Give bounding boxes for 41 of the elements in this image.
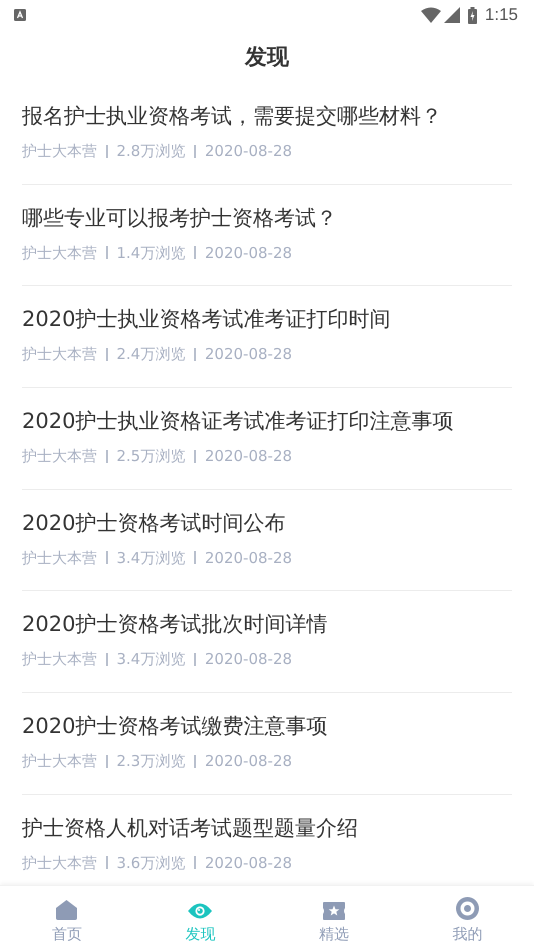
article-source: 护士大本营	[22, 242, 97, 264]
article-source: 护士大本营	[22, 751, 97, 772]
view-count: 3.4万浏览	[116, 548, 186, 569]
article-title[interactable]: 护士资格人机对话考试题型题量介绍	[22, 814, 512, 842]
view-count: 3.4万浏览	[116, 649, 186, 670]
article-title[interactable]: 2020护士执业资格考试准考证打印时间	[22, 305, 512, 334]
publish-date: 2020-08-28	[204, 141, 292, 162]
clock-time: 1:15	[484, 5, 518, 25]
publish-date: 2020-08-28	[204, 751, 292, 772]
publish-date: 2020-08-28	[204, 446, 292, 468]
publish-date: 2020-08-28	[204, 344, 292, 366]
article-source: 护士大本营	[22, 649, 97, 670]
publish-date: 2020-08-28	[204, 548, 292, 569]
signal-icon	[444, 7, 460, 23]
article-title[interactable]: 哪些专业可以报考护士资格考试？	[22, 204, 512, 232]
view-count: 2.5万浏览	[116, 446, 186, 468]
view-count: 1.4万浏览	[116, 242, 186, 264]
view-count: 3.6万浏览	[116, 852, 186, 874]
publish-date: 2020-08-28	[204, 852, 292, 874]
view-count: 2.3万浏览	[116, 751, 186, 772]
article-title[interactable]: 2020护士资格考试批次时间详情	[22, 610, 512, 638]
article-source: 护士大本营	[22, 141, 97, 162]
view-count: 2.8万浏览	[116, 141, 186, 162]
home-icon	[56, 899, 78, 920]
article-source: 护士大本营	[22, 344, 97, 366]
keyboard-icon	[14, 9, 26, 21]
publish-date: 2020-08-28	[204, 649, 292, 670]
article-title[interactable]: 报名护士执业资格考试，需要提交哪些材料？	[22, 102, 512, 130]
article-source: 护士大本营	[22, 548, 97, 569]
article-title[interactable]: 2020护士资格考试时间公布	[22, 508, 512, 537]
battery-icon	[468, 6, 477, 24]
article-source: 护士大本营	[22, 446, 97, 468]
target-icon	[456, 897, 479, 920]
article-title[interactable]: 2020护士执业资格证考试准考证打印注意事项	[22, 407, 512, 436]
article-source: 护士大本营	[22, 852, 97, 874]
page-title: 发现	[245, 44, 289, 72]
view-count: 2.4万浏览	[116, 344, 186, 366]
wifi-icon	[420, 7, 441, 23]
eye-icon	[188, 902, 212, 920]
article-title[interactable]: 2020护士资格考试缴费注意事项	[22, 712, 512, 740]
publish-date: 2020-08-28	[204, 242, 292, 264]
